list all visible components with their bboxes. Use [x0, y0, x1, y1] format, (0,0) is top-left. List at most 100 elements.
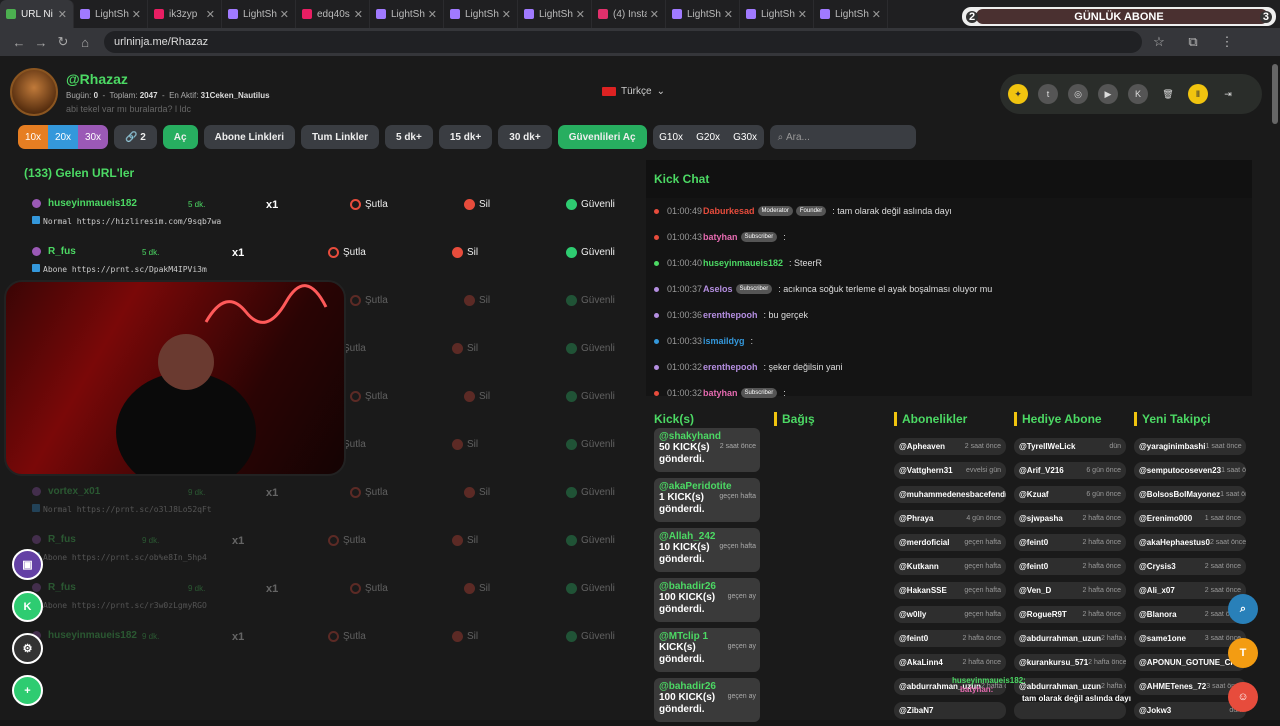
list-item[interactable]: @merdoficial geçen hafta	[894, 534, 1006, 551]
list-item[interactable]: @Kzuaf 6 gün önce	[1014, 486, 1126, 503]
pause-icon[interactable]: Ⅱ	[1188, 84, 1208, 104]
list-item[interactable]: @ZibaN7	[894, 702, 1006, 719]
ban-button[interactable]: Şutla	[328, 631, 366, 642]
kick-user[interactable]: @shakyhand	[659, 431, 755, 442]
list-item[interactable]: @HakanSSE geçen hafta	[894, 582, 1006, 599]
list-item[interactable]: @AkaLinn4 2 hafta önce	[894, 654, 1006, 671]
kick-user[interactable]: @MTclip 1	[659, 631, 755, 642]
gear-icon[interactable]: ⚙	[12, 633, 43, 664]
chat-user[interactable]: erenthepooh	[703, 362, 758, 372]
kick-user[interactable]: @bahadir26	[659, 681, 755, 692]
close-icon[interactable]: ✕	[280, 8, 289, 21]
close-icon[interactable]: ✕	[58, 8, 67, 21]
safe-button[interactable]: Güvenli	[566, 199, 615, 210]
close-icon[interactable]: ✕	[650, 8, 659, 21]
scrollbar[interactable]	[1272, 64, 1278, 124]
add-user-icon[interactable]: +	[12, 675, 43, 706]
list-item[interactable]: @yaraginimbashi 1 saat önce	[1134, 438, 1246, 455]
home-icon[interactable]: ⌂	[74, 35, 96, 50]
chat-user[interactable]: erenthepooh	[703, 310, 758, 320]
extensions-icon[interactable]: ⧉	[1176, 34, 1210, 50]
kick-user[interactable]: @akaPeridotite	[659, 481, 755, 492]
list-item[interactable]: @muhammedenesbacefendihz	[894, 486, 1006, 503]
ban-button[interactable]: Şutla	[350, 487, 388, 498]
link-count[interactable]: 🔗 2	[114, 125, 157, 149]
delete-button[interactable]: Sil	[464, 391, 490, 402]
row-link[interactable]: Abone https://prnt.sc/r3w0zLgmyRGO	[32, 600, 207, 610]
safe-button[interactable]: Güvenli	[566, 487, 615, 498]
g10-button[interactable]: G10x	[653, 125, 690, 149]
menu-icon[interactable]: ⋮	[1210, 34, 1244, 50]
mult-30x-button[interactable]: 30x	[78, 125, 108, 149]
list-item[interactable]: @Crysis3 2 saat önce	[1134, 558, 1246, 575]
safe-button[interactable]: Güvenli	[566, 439, 615, 450]
url-input[interactable]: urlninja.me/Rhazaz	[104, 31, 1142, 53]
close-icon[interactable]: ✕	[132, 8, 141, 21]
row-link[interactable]: Abone https://prnt.sc/DpakM4IPVi3m	[32, 264, 207, 274]
filter-5dk-button[interactable]: 5 dk+	[384, 125, 433, 149]
kick-user[interactable]: @bahadir26	[659, 581, 755, 592]
t-fab[interactable]: T	[1228, 638, 1258, 668]
chat-user[interactable]: Aselos	[703, 284, 733, 294]
list-item[interactable]: @w0lly geçen hafta	[894, 606, 1006, 623]
g30-button[interactable]: G30x	[727, 125, 764, 149]
ban-button[interactable]: Şutla	[350, 199, 388, 210]
tab[interactable]: LightSh ✕	[814, 0, 888, 28]
kick-user[interactable]: @Allah_242	[659, 531, 755, 542]
back-icon[interactable]: ←	[8, 35, 30, 50]
delete-button[interactable]: Sil	[452, 631, 478, 642]
mult-20x-button[interactable]: 20x	[48, 125, 78, 149]
delete-button[interactable]: Sil	[464, 583, 490, 594]
row-link[interactable]: Normal https://hizliresim.com/9sqb7wa	[32, 216, 221, 226]
row-user[interactable]: R_fus	[48, 582, 76, 593]
list-item[interactable]: @TyrellWeLick dün	[1014, 438, 1126, 455]
list-item[interactable]: @feint0 2 hafta önce	[1014, 534, 1126, 551]
safe-button[interactable]: Güvenli	[566, 295, 615, 306]
user-fab-icon[interactable]: ☺	[1228, 682, 1258, 712]
star-icon[interactable]: ☆	[1142, 34, 1176, 50]
close-icon[interactable]: ✕	[354, 8, 363, 21]
ban-button[interactable]: Şutla	[328, 247, 366, 258]
row-user[interactable]: vortex_x01	[48, 486, 100, 497]
close-icon[interactable]: ✕	[428, 8, 437, 21]
list-item[interactable]: @semputocoseven231 saat önce	[1134, 462, 1246, 479]
tab[interactable]: LightSh ✕	[666, 0, 740, 28]
tab[interactable]: (4) Insta ✕	[592, 0, 666, 28]
list-item[interactable]: @abdurrahman_uzun2 hafta önce	[1014, 630, 1126, 647]
delete-button[interactable]: Sil	[464, 199, 490, 210]
delete-button[interactable]: Sil	[452, 439, 478, 450]
delete-button[interactable]: Sil	[464, 295, 490, 306]
safe-button[interactable]: Güvenli	[566, 343, 615, 354]
list-item[interactable]: @Erenimo000 1 saat önce	[1134, 510, 1246, 527]
list-item[interactable]: @akaHephaestus0 2 saat önce	[1134, 534, 1246, 551]
chat-user[interactable]: Daburkesad	[703, 206, 755, 216]
list-item[interactable]: @Phraya 4 gün önce	[894, 510, 1006, 527]
list-item[interactable]: @feint0 2 hafta önce	[1014, 558, 1126, 575]
chat-user[interactable]: batyhan	[703, 388, 738, 398]
twitch-icon[interactable]: ▣	[12, 549, 43, 580]
ban-button[interactable]: Şutla	[350, 295, 388, 306]
close-icon[interactable]: ✕	[576, 8, 585, 21]
kick-logo-icon[interactable]: K	[12, 591, 43, 622]
delete-button[interactable]: Sil	[452, 247, 478, 258]
close-icon[interactable]: ✕	[206, 8, 215, 21]
row-link[interactable]: Abone https://prnt.sc/ob%e8In_5hp4	[32, 552, 207, 562]
delete-button[interactable]: Sil	[464, 487, 490, 498]
list-item[interactable]: @Vattghern31 evvelsi gün	[894, 462, 1006, 479]
safe-button[interactable]: Güvenli	[566, 247, 615, 258]
filter-15dk-button[interactable]: 15 dk+	[438, 125, 493, 149]
close-icon[interactable]: ✕	[502, 8, 511, 21]
tab[interactable]: URL Ni ✕	[0, 0, 74, 28]
twitter-icon[interactable]: t	[1038, 84, 1058, 104]
language-select[interactable]: Türkçe ⌄	[602, 86, 665, 97]
tab[interactable]: LightSh ✕	[74, 0, 148, 28]
all-links-button[interactable]: Tum Linkler	[301, 125, 379, 149]
search-fab-icon[interactable]: ⌕	[1228, 594, 1258, 624]
chat-user[interactable]: batyhan	[703, 232, 738, 242]
ban-button[interactable]: Şutla	[350, 391, 388, 402]
sub-links-button[interactable]: Abone Linkleri	[203, 125, 296, 149]
chat-user[interactable]: ismaildyg	[703, 336, 745, 346]
logout-icon[interactable]: ⇥	[1218, 84, 1238, 104]
row-user[interactable]: R_fus	[48, 246, 76, 257]
tab[interactable]: LightSh ✕	[370, 0, 444, 28]
